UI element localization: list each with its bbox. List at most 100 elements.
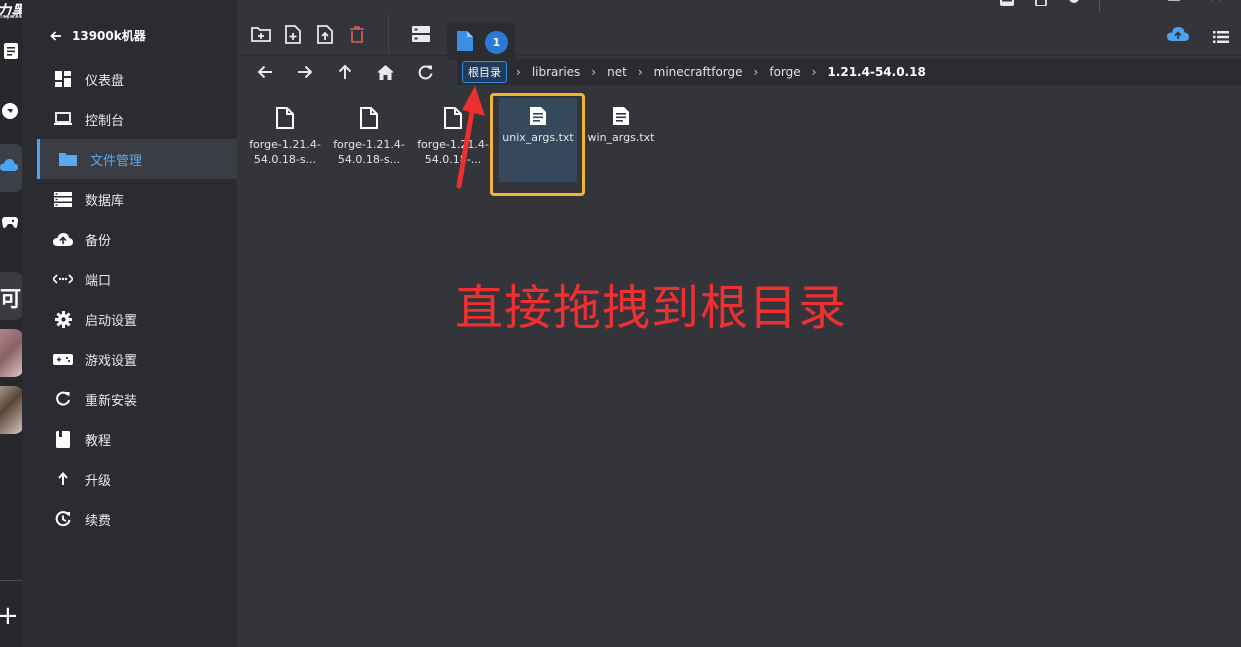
file-icon	[457, 31, 473, 51]
forward-button[interactable]	[294, 61, 316, 83]
close-icon[interactable]	[1211, 0, 1225, 6]
home-icon	[376, 64, 394, 80]
book-icon	[53, 429, 73, 449]
toolbar-separator	[237, 55, 1241, 56]
new-folder-button[interactable]	[249, 22, 273, 46]
rail-news-button[interactable]	[0, 29, 22, 77]
app-logo: 力黑 together	[0, 2, 22, 20]
window-controls-divider	[1099, 0, 1100, 12]
news-icon	[4, 43, 18, 59]
sidebar-item-label: 启动设置	[85, 313, 138, 329]
breadcrumb-net[interactable]: net	[605, 65, 629, 79]
sidebar-item-label: 文件管理	[90, 153, 143, 169]
drag-ghost: 1	[447, 22, 515, 60]
breadcrumb-minecraftforge[interactable]: minecraftforge	[652, 65, 745, 79]
file-item[interactable]: forge-1.21.4-54.0.18-s...	[333, 98, 405, 182]
upload-file-button[interactable]	[313, 22, 337, 46]
breadcrumb-libraries[interactable]: libraries	[530, 65, 582, 79]
sidebar-item-renew[interactable]: 续费	[37, 499, 237, 539]
rail-divider	[0, 580, 22, 581]
add-server-button[interactable]: +	[0, 603, 19, 629]
file-icon	[444, 107, 462, 129]
file-name: unix_args.txt	[502, 131, 574, 144]
back-button[interactable]	[254, 61, 276, 83]
sidebar-item-file-manager[interactable]: 文件管理	[37, 139, 237, 179]
cloud-icon	[0, 159, 18, 171]
refresh-button[interactable]	[414, 61, 436, 83]
sidebar-item-startup[interactable]: 启动设置	[37, 299, 237, 339]
sidebar-item-upgrade[interactable]: 升级	[37, 459, 237, 499]
sidebar-item-label: 控制台	[85, 113, 125, 129]
window-controls	[237, 0, 1241, 12]
sidebar-item-reinstall[interactable]: 重新安装	[37, 379, 237, 419]
rail-community-button[interactable]	[0, 89, 22, 137]
refresh-icon	[53, 389, 73, 409]
drag-count-badge: 1	[485, 31, 508, 54]
cloud-upload-icon	[53, 229, 73, 249]
user-avatar-2[interactable]	[0, 386, 22, 434]
new-file-icon	[285, 24, 301, 44]
sidebar-item-database[interactable]: 数据库	[37, 179, 237, 219]
minimize-icon[interactable]	[1132, 0, 1146, 6]
sidebar-item-label: 续费	[85, 513, 112, 529]
message-icon[interactable]	[1000, 0, 1014, 6]
settings-icon[interactable]	[1067, 0, 1081, 6]
breadcrumb: 根目录 › libraries › net › minecraftforge ›…	[457, 59, 1241, 85]
file-item[interactable]: forge-1.21.4-54.0.18-...	[417, 98, 489, 182]
chevron-right-icon: ›	[753, 65, 759, 79]
sidebar-item-port[interactable]: 端口	[37, 259, 237, 299]
phone-icon[interactable]	[1034, 0, 1048, 6]
sidebar-item-label: 仪表盘	[85, 73, 125, 89]
chevron-right-icon: ›	[591, 65, 597, 79]
maximize-icon[interactable]	[1167, 0, 1181, 6]
file-item-selected[interactable]: unix_args.txt	[499, 98, 577, 182]
delete-button[interactable]	[345, 22, 369, 46]
server-view-button[interactable]	[409, 22, 433, 46]
breadcrumb-current[interactable]: 1.21.4-54.0.18	[825, 65, 927, 79]
toolbar-divider	[388, 14, 389, 54]
file-item[interactable]: forge-1.21.4-54.0.18-s...	[249, 98, 321, 182]
file-grid: forge-1.21.4-54.0.18-s... forge-1.21.4-5…	[237, 95, 1241, 215]
breadcrumb-root[interactable]: 根目录	[462, 61, 507, 83]
renew-icon	[53, 509, 73, 529]
file-manager-panel: 根目录 › libraries › net › minecraftforge ›…	[237, 0, 1241, 647]
refresh-icon	[418, 64, 432, 79]
sidebar-item-tutorial[interactable]: 教程	[37, 419, 237, 459]
arrow-up-icon	[338, 64, 352, 79]
sidebar-back-header[interactable]: 13900k机器	[50, 27, 146, 44]
user-avatar-1[interactable]	[0, 329, 22, 377]
app-rail: 力黑 together 可 +	[0, 0, 22, 647]
gamepad-icon	[53, 349, 73, 369]
port-icon	[53, 269, 73, 289]
instruction-annotation: 直接拖拽到根目录	[455, 280, 848, 336]
sidebar-item-backup[interactable]: 备份	[37, 219, 237, 259]
file-item[interactable]: win_args.txt	[585, 98, 657, 182]
new-file-button[interactable]	[281, 22, 305, 46]
sidebar-item-label: 游戏设置	[85, 353, 138, 369]
cloud-sync-button[interactable]	[1167, 26, 1189, 45]
database-icon	[53, 189, 73, 209]
navigation-bar: 根目录 › libraries › net › minecraftforge ›…	[237, 58, 1241, 86]
sidebar-item-console[interactable]: 控制台	[37, 99, 237, 139]
sidebar-item-label: 升级	[85, 473, 112, 489]
file-name: win_args.txt	[587, 131, 655, 144]
sidebar-item-dashboard[interactable]: 仪表盘	[37, 59, 237, 99]
upgrade-icon	[53, 469, 73, 489]
list-view-button[interactable]	[1213, 28, 1229, 47]
gamepad-icon	[2, 217, 18, 228]
file-toolbar	[237, 14, 1241, 54]
sidebar-item-label: 重新安装	[85, 393, 138, 409]
file-name: forge-1.21.4-54.0.18-s...	[333, 138, 405, 166]
upload-file-icon	[317, 24, 333, 44]
home-button[interactable]	[374, 61, 396, 83]
rail-game-button[interactable]	[0, 201, 22, 249]
dashboard-icon	[53, 69, 73, 89]
chevron-right-icon: ›	[516, 65, 521, 79]
up-button[interactable]	[334, 61, 356, 83]
rail-cloud-button[interactable]	[0, 144, 22, 192]
breadcrumb-forge[interactable]: forge	[767, 65, 802, 79]
file-name: forge-1.21.4-54.0.18-s...	[249, 138, 321, 166]
list-view-icon	[1213, 31, 1229, 43]
sidebar-item-game-settings[interactable]: 游戏设置	[37, 339, 237, 379]
sidebar-item-label: 端口	[85, 273, 112, 289]
